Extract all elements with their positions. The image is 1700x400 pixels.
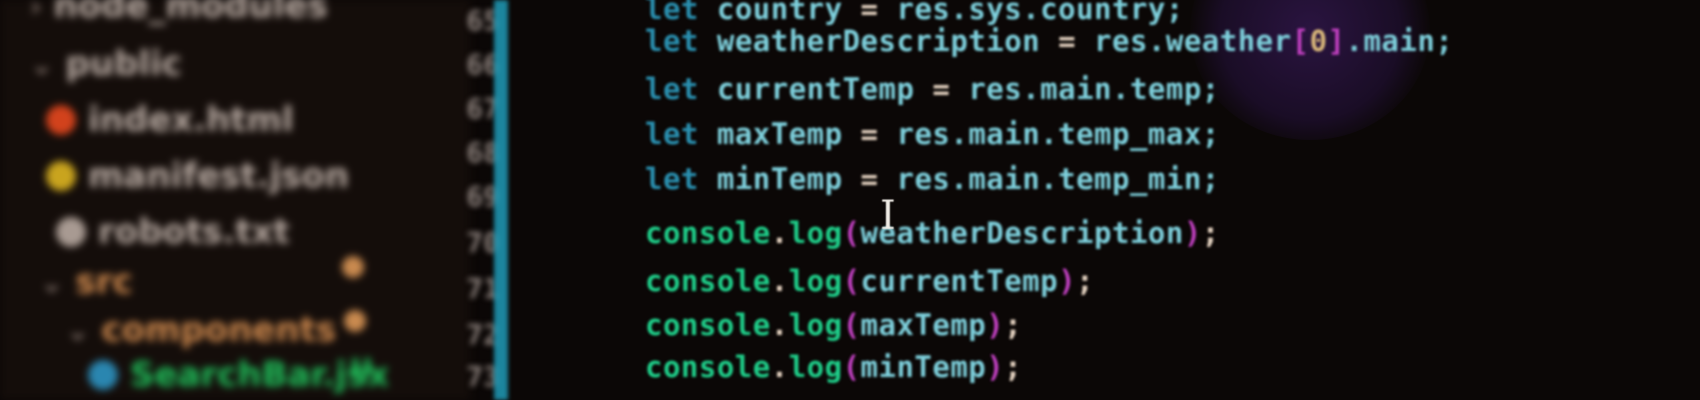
active-line-indicator (494, 0, 508, 400)
argument: weatherDescription (860, 216, 1184, 250)
chevron-down-icon: ⌄ (40, 265, 64, 299)
identifier: weatherDescription (716, 24, 1041, 58)
expression: res.main.temp; (968, 72, 1220, 106)
text-cursor-icon: I (880, 193, 896, 239)
code-line[interactable]: let currentTemp = res.main.temp; (645, 72, 1220, 106)
bracket: ] (1327, 24, 1346, 58)
identifier: country (716, 0, 843, 26)
code-line[interactable]: let country = res.sys.country; (645, 0, 1184, 26)
object: console (645, 216, 771, 250)
paren: ( (842, 350, 861, 384)
operator: = (860, 117, 879, 151)
expression: res.main.temp_min; (896, 162, 1220, 196)
dot: . (770, 350, 789, 384)
tree-file-robots-txt[interactable]: robots.txt (56, 212, 290, 252)
tree-item-label: node_modules (53, 0, 328, 26)
paren: ) (986, 350, 1005, 384)
paren: ) (1058, 264, 1077, 298)
operator: = (1058, 24, 1077, 58)
chevron-right-icon: › (30, 0, 42, 23)
tree-folder-src[interactable]: ⌄ src (40, 262, 133, 302)
tree-folder-public[interactable]: ⌄ public (30, 44, 182, 84)
tree-item-label: src (75, 262, 133, 302)
object: console (645, 350, 771, 384)
keyword: let (645, 24, 699, 58)
code-line[interactable]: console.log(currentTemp); (645, 264, 1094, 298)
paren: ( (842, 308, 861, 342)
screen-glare (1190, 0, 1430, 140)
expression: res.main.temp_max; (896, 117, 1220, 151)
expression: .main; (1345, 24, 1454, 58)
function-name: log (788, 308, 843, 342)
function-name: log (788, 264, 843, 298)
tree-item-label: manifest.json (88, 156, 349, 196)
argument: minTemp (860, 350, 987, 384)
dot: . (770, 216, 789, 250)
tree-item-label: index.html (88, 100, 294, 140)
operator: = (932, 72, 951, 106)
untracked-badge: U (350, 352, 373, 385)
paren: ) (1183, 216, 1202, 250)
keyword: let (645, 162, 699, 196)
tree-folder-node-modules[interactable]: › node_modules (30, 0, 328, 26)
line-number-gutter: 65 66 67 68 69 70 71 72 73 (420, 0, 500, 400)
dot: . (770, 308, 789, 342)
function-name: log (788, 350, 843, 384)
code-line[interactable]: console.log(minTemp); (645, 350, 1022, 384)
operator: = (860, 0, 879, 26)
code-line[interactable]: let maxTemp = res.main.temp_max; (645, 117, 1220, 151)
argument: currentTemp (860, 264, 1059, 298)
chevron-down-icon: ⌄ (66, 313, 90, 347)
object: console (645, 308, 771, 342)
tree-file-searchbar-jsx[interactable]: SearchBar.jsx (88, 355, 389, 395)
code-line[interactable]: console.log(maxTemp); (645, 308, 1022, 342)
file-explorer: › node_modules ⌄ public index.html manif… (0, 0, 470, 400)
paren: ( (842, 216, 861, 250)
semicolon: ; (1076, 264, 1095, 298)
identifier: maxTemp (716, 117, 843, 151)
tree-item-label: public (65, 44, 182, 84)
semicolon: ; (1004, 308, 1023, 342)
paren: ( (842, 264, 861, 298)
expression: res.weather (1094, 24, 1292, 58)
identifier: minTemp (716, 162, 843, 196)
code-line[interactable]: let minTemp = res.main.temp_min; (645, 162, 1220, 196)
tree-folder-components[interactable]: ⌄ components (66, 310, 336, 350)
chevron-down-icon: ⌄ (30, 47, 54, 81)
number: 0 (1309, 24, 1328, 58)
function-name: log (788, 216, 843, 250)
react-file-icon (88, 360, 118, 390)
text-file-icon (56, 217, 86, 247)
keyword: let (645, 117, 699, 151)
keyword: let (645, 0, 699, 26)
code-line[interactable]: let weatherDescription = res.weather[0].… (645, 24, 1453, 58)
identifier: currentTemp (716, 72, 915, 106)
semicolon: ; (1201, 216, 1220, 250)
keyword: let (645, 72, 699, 106)
dot: . (770, 264, 789, 298)
tree-item-label: robots.txt (98, 212, 290, 252)
semicolon: ; (1004, 350, 1023, 384)
html-file-icon (46, 105, 76, 135)
tree-file-index-html[interactable]: index.html (46, 100, 294, 140)
paren: ) (986, 308, 1005, 342)
modified-dot-icon (342, 256, 364, 278)
object: console (645, 264, 771, 298)
bracket: [ (1291, 24, 1310, 58)
json-file-icon (46, 161, 76, 191)
code-editor[interactable]: let country = res.sys.country; let weath… (510, 0, 1700, 400)
expression: res.sys.country; (896, 0, 1184, 26)
code-line[interactable]: console.log(weatherDescription); (645, 216, 1220, 250)
modified-dot-icon (344, 310, 366, 332)
operator: = (860, 162, 879, 196)
tree-file-manifest-json[interactable]: manifest.json (46, 156, 349, 196)
argument: maxTemp (860, 308, 987, 342)
tree-item-label: components (101, 310, 337, 350)
